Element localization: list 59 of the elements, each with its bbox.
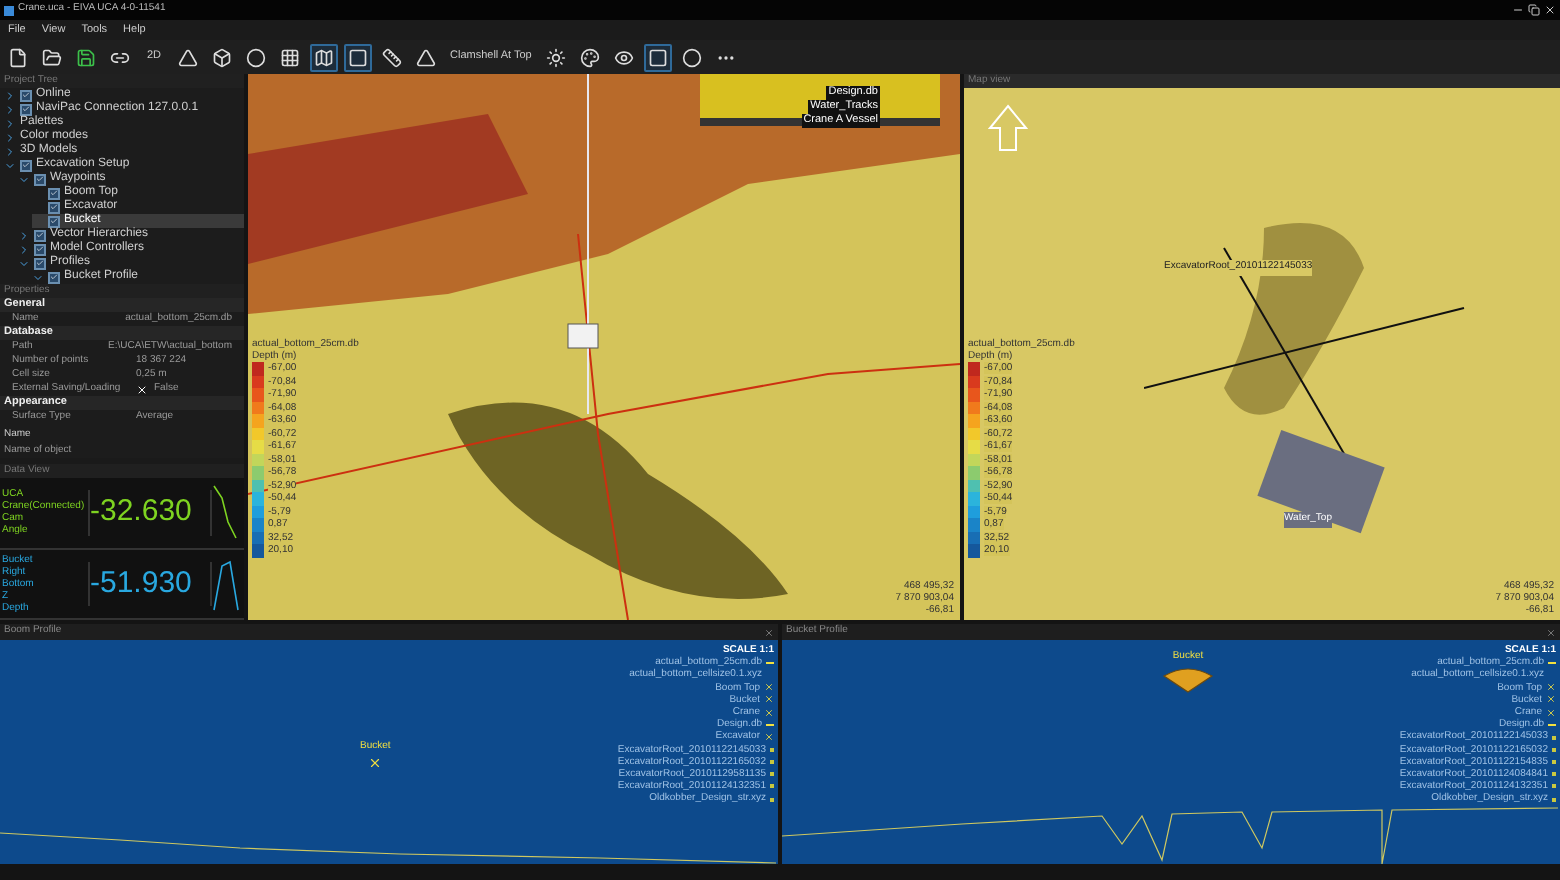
collapse-icon[interactable] — [18, 173, 30, 185]
toolbar-button[interactable] — [242, 43, 270, 71]
collapse-icon[interactable] — [32, 271, 44, 283]
checkbox[interactable] — [34, 243, 46, 255]
sun-icon — [545, 47, 566, 67]
bucket-icon — [1162, 665, 1214, 693]
checkbox[interactable] — [48, 201, 60, 213]
toolbar-button[interactable] — [344, 43, 372, 71]
cross-icon — [368, 755, 383, 769]
link-icon — [110, 47, 130, 67]
checkbox[interactable] — [34, 173, 46, 185]
app-icon — [4, 5, 14, 15]
checkbox[interactable] — [48, 187, 60, 199]
toolbar-button[interactable] — [378, 43, 406, 71]
checkbox[interactable] — [20, 89, 32, 101]
expand-icon[interactable] — [4, 89, 16, 101]
palette-icon — [579, 47, 600, 67]
toolbar-button[interactable] — [575, 43, 604, 71]
circle-icon — [246, 47, 266, 67]
grid-icon — [280, 47, 300, 67]
collapse-icon[interactable] — [18, 257, 30, 269]
checkbox[interactable] — [48, 271, 60, 283]
collapse-icon[interactable] — [4, 159, 16, 171]
map-view[interactable] — [964, 88, 1560, 620]
map-icon — [314, 47, 334, 67]
expand-icon[interactable] — [4, 131, 16, 143]
toolbar-button[interactable] — [677, 43, 706, 71]
checkbox[interactable] — [20, 103, 32, 115]
expand-icon[interactable] — [18, 243, 30, 255]
data-value: -51.930 — [88, 561, 212, 606]
triangle-icon — [178, 47, 198, 67]
north-arrow-icon — [988, 104, 1028, 152]
minimize-icon[interactable] — [1512, 4, 1524, 16]
toolbar-button[interactable] — [541, 43, 570, 71]
square-icon — [647, 47, 668, 67]
data-value: -32.630 — [88, 490, 212, 535]
close-icon[interactable] — [1544, 4, 1556, 16]
sparkline — [212, 482, 240, 543]
triangle-icon — [416, 47, 436, 67]
eye-icon — [613, 47, 634, 67]
new-file-icon — [8, 47, 28, 67]
checkbox[interactable] — [48, 215, 60, 227]
cube-icon — [212, 47, 232, 67]
expand-icon[interactable] — [4, 103, 16, 115]
restore-icon[interactable] — [1528, 4, 1540, 16]
checkbox[interactable] — [34, 229, 46, 241]
expand-icon[interactable] — [18, 229, 30, 241]
expand-icon[interactable] — [4, 145, 16, 157]
ruler-icon — [382, 47, 402, 67]
checkbox[interactable] — [20, 159, 32, 171]
open-folder-icon — [42, 47, 62, 67]
toolbar-button[interactable] — [643, 43, 672, 71]
toolbar-button[interactable] — [310, 43, 338, 71]
square-icon — [348, 47, 368, 67]
checkbox[interactable] — [34, 257, 46, 269]
circle-icon — [681, 47, 702, 67]
expand-icon[interactable] — [4, 117, 16, 129]
toolbar-button[interactable] — [208, 43, 236, 71]
save-icon — [76, 47, 96, 67]
